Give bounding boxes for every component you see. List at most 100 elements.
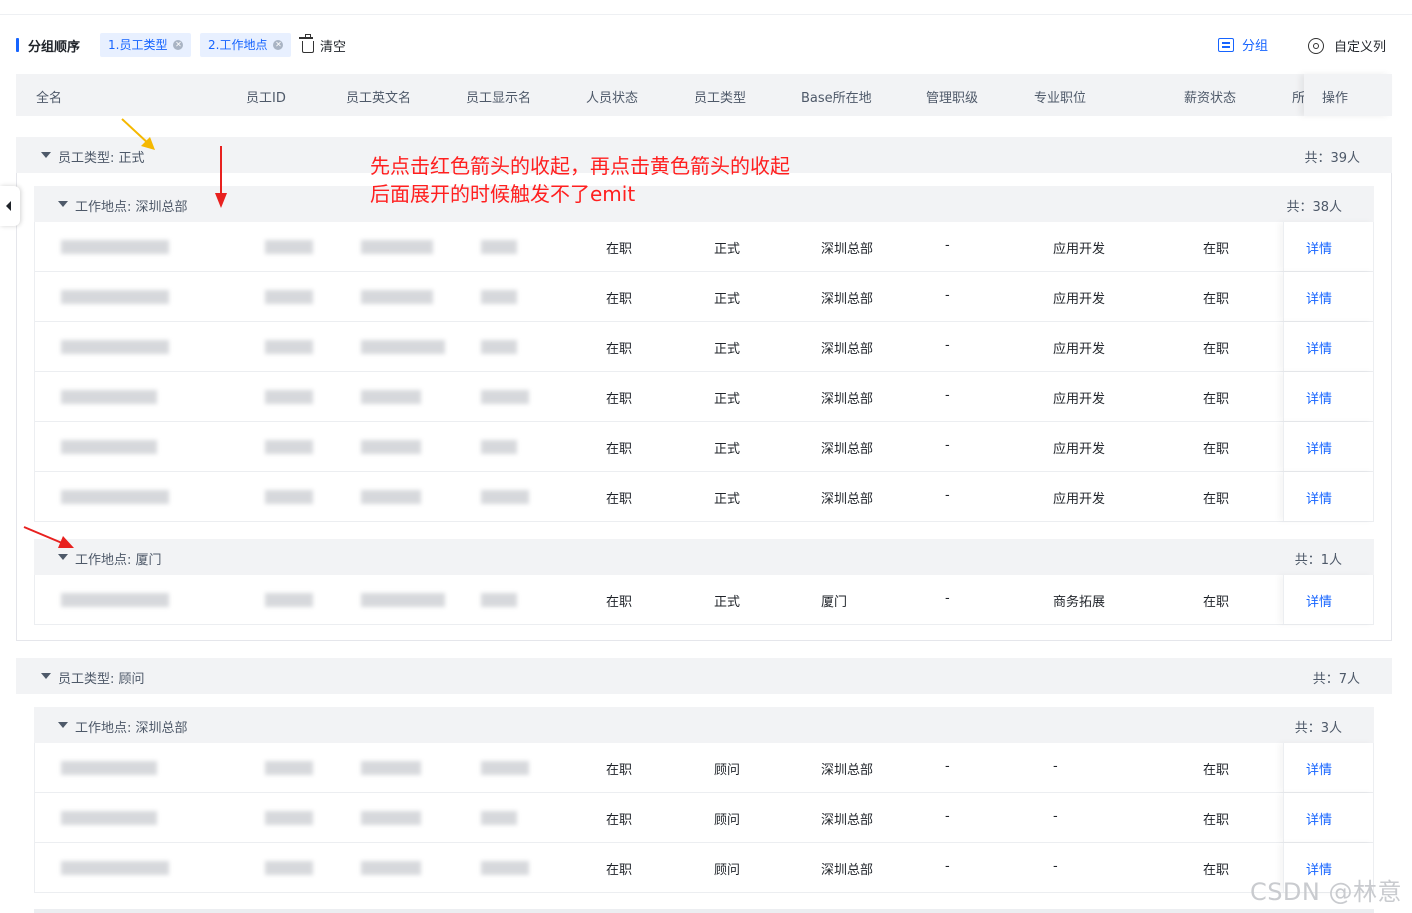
next-row-edge (34, 909, 1374, 913)
column-header-base[interactable]: Base所在地 (801, 87, 872, 106)
column-header-full-name[interactable]: 全名 (36, 87, 62, 106)
blurred-english-name (361, 490, 421, 504)
cell-level: - (945, 288, 950, 303)
column-header-management-level[interactable]: 管理职级 (926, 87, 978, 106)
cell-salary: 在职 (1203, 595, 1230, 610)
blurred-full-name (61, 861, 169, 875)
blurred-english-name (361, 390, 421, 404)
trash-icon (299, 34, 314, 53)
collapse-caret-icon[interactable] (58, 722, 68, 728)
blurred-full-name (61, 340, 169, 354)
column-header-display-name[interactable]: 员工显示名 (466, 87, 531, 106)
table-header: 全名 员工ID 员工英文名 员工显示名 人员状态 员工类型 Base所在地 管理… (16, 74, 1392, 116)
cell-salary: 在职 (1203, 863, 1230, 878)
cell-base: 深圳总部 (821, 863, 874, 878)
cell-base: 深圳总部 (821, 242, 874, 257)
cell-level: - (945, 238, 950, 253)
operation-cell: 详情 (1283, 272, 1374, 321)
collapse-caret-icon[interactable] (41, 673, 51, 679)
detail-link[interactable]: 详情 (1306, 809, 1332, 828)
cell-position: 应用开发 (1053, 442, 1106, 457)
detail-link[interactable]: 详情 (1306, 591, 1332, 610)
group-label: 分组 (1242, 39, 1269, 54)
column-header-position[interactable]: 专业职位 (1034, 87, 1086, 106)
detail-link[interactable]: 详情 (1306, 759, 1332, 778)
column-header-employee-id[interactable]: 员工ID (246, 87, 286, 106)
cell-position: 应用开发 (1053, 492, 1106, 507)
operation-cell: 详情 (1283, 793, 1374, 842)
chip-label: 1.员工类型 (108, 38, 168, 52)
cell-salary: 在职 (1203, 442, 1230, 457)
group-button[interactable]: 分组 (1218, 35, 1268, 54)
blurred-display-name (481, 440, 517, 454)
cell-position: 应用开发 (1053, 292, 1106, 307)
cell-type: 正式 (714, 342, 741, 357)
operation-cell: 详情 (1283, 222, 1374, 271)
subgroup-header[interactable]: 工作地点: 深圳总部 共：3人 (34, 707, 1374, 743)
cell-position: 商务拓展 (1053, 595, 1106, 610)
detail-link[interactable]: 详情 (1306, 238, 1332, 257)
cell-base: 深圳总部 (821, 292, 874, 307)
subgroup-title: 工作地点: 厦门 (75, 553, 162, 568)
cell-base: 深圳总部 (821, 813, 874, 828)
cell-position: - (1053, 759, 1058, 774)
column-header-english-name[interactable]: 员工英文名 (346, 87, 411, 106)
blurred-display-name (481, 861, 529, 875)
operation-header-label: 操作 (1322, 91, 1349, 106)
table-row: 在职 正式 深圳总部 - 应用开发 在职 详情 (34, 272, 1374, 322)
subgroup-header[interactable]: 工作地点: 厦门 共：1人 (34, 539, 1374, 575)
cell-salary: 在职 (1203, 342, 1230, 357)
cell-position: - (1053, 859, 1058, 874)
chip-remove-icon[interactable]: ✕ (273, 39, 284, 50)
chip-label: 2.工作地点 (208, 38, 268, 52)
chip-remove-icon[interactable]: ✕ (173, 39, 184, 50)
collapse-caret-icon[interactable] (58, 554, 68, 560)
clear-button[interactable]: 清空 (299, 34, 346, 55)
column-header-operation: 操作 (1304, 74, 1392, 116)
blurred-english-name (361, 440, 421, 454)
column-header-salary-status[interactable]: 薪资状态 (1184, 87, 1236, 106)
detail-link[interactable]: 详情 (1306, 488, 1332, 507)
group-toolbar: 分组顺序 1.员工类型 ✕ 2.工作地点 ✕ 清空 分组 自定义列 (16, 30, 1392, 60)
blurred-display-name (481, 340, 517, 354)
cell-type: 正式 (714, 492, 741, 507)
blurred-display-name (481, 593, 517, 607)
group-chip-employee-type[interactable]: 1.员工类型 ✕ (100, 33, 192, 57)
cell-status: 在职 (606, 392, 633, 407)
subgroup-count: 共：38人 (1286, 200, 1342, 215)
cell-type: 正式 (714, 595, 741, 610)
table-row: 在职 顾问 深圳总部 - - 在职 详情 (34, 843, 1374, 893)
group-chip-work-location[interactable]: 2.工作地点 ✕ (200, 33, 292, 57)
blurred-employee-id (265, 290, 313, 304)
cell-position: 应用开发 (1053, 242, 1106, 257)
cell-type: 正式 (714, 242, 741, 257)
blurred-employee-id (265, 390, 313, 404)
column-header-status[interactable]: 人员状态 (586, 87, 638, 106)
collapse-caret-icon[interactable] (58, 201, 68, 207)
cell-type: 正式 (714, 292, 741, 307)
annotation-text: 先点击红色箭头的收起，再点击黄色箭头的收起 后面展开的时候触发不了emit (370, 152, 790, 208)
blurred-display-name (481, 290, 517, 304)
group-header[interactable]: 员工类型: 顾问 共：7人 (16, 658, 1392, 694)
detail-link[interactable]: 详情 (1306, 388, 1332, 407)
detail-link[interactable]: 详情 (1306, 438, 1332, 457)
sidebar-toggle-icon[interactable] (0, 186, 20, 226)
subgroup-count: 共：3人 (1294, 721, 1342, 736)
custom-columns-button[interactable]: 自定义列 (1308, 35, 1386, 55)
table-row: 在职 正式 厦门 - 商务拓展 在职 详情 (34, 575, 1374, 625)
operation-cell: 详情 (1283, 743, 1374, 792)
collapse-caret-icon[interactable] (41, 152, 51, 158)
group-order-title: 分组顺序 (28, 40, 81, 55)
cell-level: - (945, 438, 950, 453)
detail-link[interactable]: 详情 (1306, 338, 1332, 357)
operation-cell: 详情 (1283, 472, 1374, 521)
cell-position: - (1053, 809, 1058, 824)
cell-base: 深圳总部 (821, 763, 874, 778)
detail-link[interactable]: 详情 (1306, 288, 1332, 307)
blurred-display-name (481, 811, 517, 825)
title-accent-bar (16, 38, 19, 52)
operation-cell: 详情 (1283, 372, 1374, 421)
column-header-employee-type[interactable]: 员工类型 (694, 87, 746, 106)
blurred-employee-id (265, 861, 313, 875)
cell-status: 在职 (606, 442, 633, 457)
